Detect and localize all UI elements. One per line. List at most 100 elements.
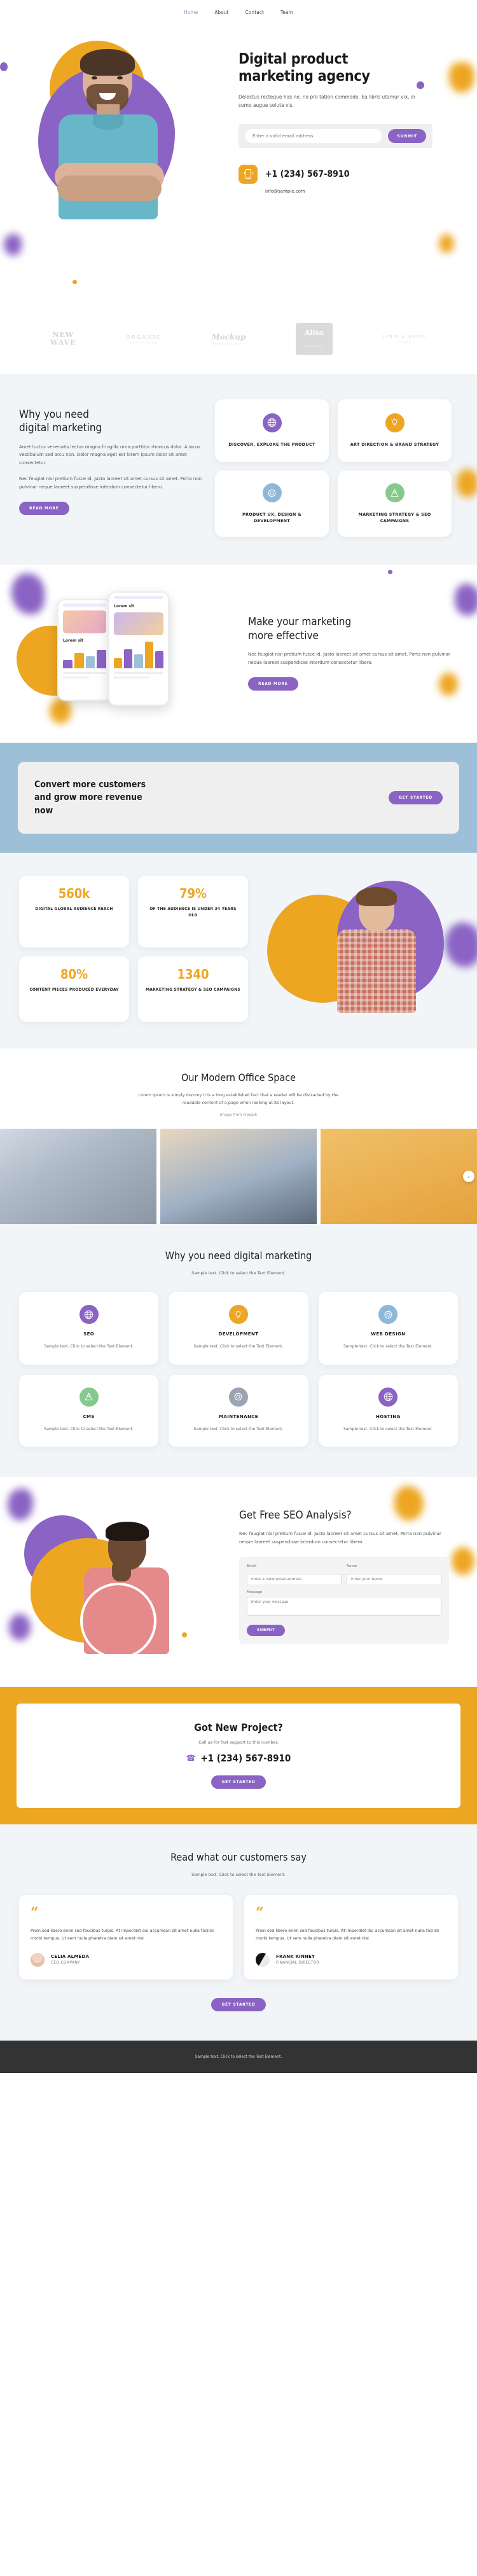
footer-text: Sample text. Click to select the Text El… <box>195 2054 282 2059</box>
convert-card: Convert more customers and grow more rev… <box>18 762 459 834</box>
why-card-label: DISCOVER, EXPLORE THE PRODUCT <box>228 441 315 447</box>
effective-title-line2: more effective <box>248 629 319 642</box>
stat-card-audience-age: 79% OF THE AUDIENCE IS UNDER 34 YEARS OL… <box>138 876 248 947</box>
nav-item-contact[interactable]: Contact <box>245 10 264 15</box>
effective-text-column: Make your marketing more effective Nec f… <box>248 612 452 691</box>
phone-icon: ☎ <box>186 1753 196 1763</box>
cta-phone-row[interactable]: ☎ +1 (234) 567-8910 <box>29 1753 448 1764</box>
service-title: WEB DESIGN <box>371 1332 406 1337</box>
stat-card-campaigns: 1340 MARKETING STRATEGY & SEO CAMPAIGNS <box>138 956 248 1023</box>
hero-phone-number[interactable]: +1 (234) 567-8910 <box>265 169 349 179</box>
convert-get-started-button[interactable]: GET STARTED <box>388 791 443 805</box>
cta-card: Got New Project? Call us for fast suppor… <box>17 1704 460 1808</box>
office-gallery: › <box>0 1129 477 1225</box>
why-paragraph-2: Nec feugiat nisl pretium fusce id. Justo… <box>19 476 202 490</box>
lightbulb-icon <box>385 413 404 432</box>
service-card-development[interactable]: DEVELOPMENT Sample text. Click to select… <box>169 1292 308 1365</box>
why-digital-marketing-section: Why you need digital marketing Amet luct… <box>0 374 477 565</box>
hero-email-input[interactable] <box>245 128 382 143</box>
phone-mockup-back: Lorem sit <box>57 599 112 701</box>
gear-icon <box>262 483 282 502</box>
nav-item-about[interactable]: About <box>214 10 228 15</box>
hero-email-form: SUBMIT <box>238 123 432 148</box>
cta-subtitle: Call us for fast support to this number. <box>198 1740 279 1745</box>
decor-dot-purple-eff <box>388 570 392 575</box>
avatar <box>256 1952 270 1967</box>
nav-item-home[interactable]: Home <box>184 10 198 15</box>
hero-copy: Digital product marketing agency Delectu… <box>238 51 455 194</box>
logo-alisa-line2: BOUTIQUE <box>305 345 323 347</box>
testimonial-text: Proin sed libero enim sed faucibus turpi… <box>256 1927 439 1941</box>
gear-icon <box>378 1305 398 1325</box>
logo-jamie-line1: JAMIE & ANNIE <box>382 334 427 339</box>
testimonials-get-started-button[interactable]: GET STARTED <box>211 1997 266 2011</box>
service-text: Sample text. Click to select the Text El… <box>44 1344 134 1349</box>
seo-name-input[interactable] <box>347 1574 441 1586</box>
service-card-web-design[interactable]: WEB DESIGN Sample text. Click to select … <box>318 1292 458 1365</box>
seo-email-input[interactable] <box>247 1574 342 1586</box>
gallery-image-3[interactable] <box>321 1129 477 1225</box>
convert-banner-section: Convert more customers and grow more rev… <box>0 743 477 853</box>
site-footer: Sample text. Click to select the Text El… <box>0 2040 477 2073</box>
why-title-line2: digital marketing <box>19 422 102 435</box>
hero-title: Digital product marketing agency <box>238 51 455 85</box>
cta-title: Got New Project? <box>194 1721 283 1733</box>
testimonials-grid: “ Proin sed libero enim sed faucibus tur… <box>19 1895 458 1980</box>
decor-blob-purple-eff-right <box>455 584 477 616</box>
why-card-product-ux[interactable]: PRODUCT UX, DESIGN & DEVELOPMENT <box>215 471 329 537</box>
why-card-art-direction[interactable]: ART DIRECTION & BRAND STRATEGY <box>338 399 452 462</box>
why-card-label: ART DIRECTION & BRAND STRATEGY <box>350 441 439 447</box>
service-card-maintenance[interactable]: MAINTENANCE Sample text. Click to select… <box>169 1374 308 1447</box>
client-logos-bar: NEW WAVE ORGANIC FOOD & DRINK Mockup BAR… <box>0 304 477 374</box>
cta-get-started-button[interactable]: GET STARTED <box>211 1775 266 1789</box>
gallery-image-1[interactable] <box>0 1129 156 1225</box>
effective-read-more-button[interactable]: READ MORE <box>248 677 298 691</box>
office-section: Our Modern Office Space Lorem Ipsum is s… <box>0 1049 477 1225</box>
globe-icon <box>79 1305 99 1325</box>
gallery-image-2[interactable] <box>160 1129 317 1225</box>
globe-icon <box>378 1387 398 1407</box>
service-text: Sample text. Click to select the Text El… <box>44 1426 134 1431</box>
stat-value: 1340 <box>177 966 209 982</box>
services-grid: SEO Sample text. Click to select the Tex… <box>19 1292 458 1447</box>
convert-title-line1: Convert more customers <box>34 780 146 790</box>
service-text: Sample text. Click to select the Text El… <box>193 1344 284 1349</box>
hero-submit-button[interactable]: SUBMIT <box>388 128 426 143</box>
convert-title-line3: now <box>34 805 53 816</box>
seo-contact-form: Email Name Message SUBMIT <box>239 1557 449 1644</box>
seo-name-label: Name <box>347 1564 357 1569</box>
client-logo-alisa: Alisa BOUTIQUE <box>295 323 333 355</box>
effective-title-line1: Make your marketing <box>248 616 352 629</box>
testimonials-section: Read what our customers say Sample text.… <box>0 1824 477 2041</box>
service-title: CMS <box>83 1414 95 1419</box>
seo-name-field-wrap: Name <box>347 1564 441 1586</box>
chevron-right-icon[interactable]: › <box>463 1171 474 1183</box>
services-title: Why you need digital marketing <box>165 1250 312 1262</box>
cta-section: Got New Project? Call us for fast suppor… <box>0 1687 477 1824</box>
phone-mockup-front: Lorem sit <box>108 591 169 706</box>
why-card-marketing-strategy[interactable]: MARKETING STRATEGY & SEO CAMPAIGNS <box>338 471 452 537</box>
office-paragraph: Lorem Ipsum is simply dummy It is a long… <box>138 1092 339 1106</box>
seo-submit-button[interactable]: SUBMIT <box>247 1625 286 1637</box>
stat-value: 80% <box>60 966 88 982</box>
decor-dot-orange-bottom <box>73 280 77 284</box>
nav-item-team[interactable]: Team <box>280 10 293 15</box>
landing-page: Home About Contact Team Digital product … <box>0 0 477 2073</box>
hero-person-illustration <box>55 49 164 219</box>
service-card-seo[interactable]: SEO Sample text. Click to select the Tex… <box>19 1292 159 1365</box>
effective-marketing-section: Lorem sit Lorem sit Make your marketing … <box>0 565 477 743</box>
office-image-credit: Image from Freepik <box>219 1113 258 1118</box>
why-card-discover[interactable]: DISCOVER, EXPLORE THE PRODUCT <box>215 399 329 462</box>
main-navigation: Home About Contact Team <box>0 0 477 24</box>
why-read-more-button[interactable]: READ MORE <box>19 502 69 516</box>
hero-email-address[interactable]: info@sample.com <box>265 189 455 194</box>
seo-message-textarea[interactable] <box>247 1597 441 1616</box>
seo-email-field-wrap: Email <box>247 1564 342 1586</box>
service-card-cms[interactable]: CMS Sample text. Click to select the Tex… <box>19 1374 159 1447</box>
testimonial-role: FINANCIAL DIRECTOR <box>276 1961 319 1966</box>
avatar <box>31 1952 45 1967</box>
service-card-hosting[interactable]: HOSTING Sample text. Click to select the… <box>318 1374 458 1447</box>
stats-section: 560k DIGITAL GLOBAL AUDIENCE REACH 79% O… <box>0 853 477 1049</box>
effective-phone-mockups: Lorem sit Lorem sit <box>19 588 235 715</box>
quote-icon: “ <box>256 1904 264 1922</box>
